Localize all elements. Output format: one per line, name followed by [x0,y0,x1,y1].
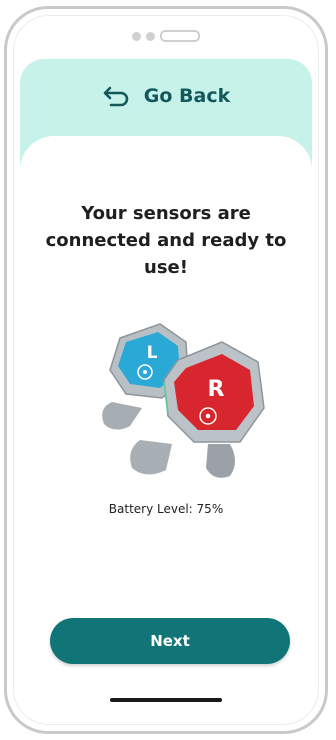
next-button[interactable]: Next [50,618,290,664]
camera-dot [132,31,141,41]
phone-notch [132,30,200,42]
right-sensor-letter: R [208,377,225,402]
screen: Go Back Your sensors are connected and r… [13,15,319,725]
return-arrow-icon [103,86,129,107]
phone-frame: Go Back Your sensors are connected and r… [4,6,328,734]
page-title: Your sensors are connected and ready to … [45,203,287,278]
battery-level-text: Battery Level: 75% [108,502,224,516]
sensors-image: L R [102,323,265,478]
go-back-button[interactable]: Go Back [20,85,312,107]
content-card: Your sensors are connected and ready to … [20,136,312,718]
home-indicator[interactable] [110,698,222,702]
go-back-label: Go Back [143,85,231,107]
speaker-slot [160,30,200,42]
sensor-dot [146,31,155,41]
left-sensor-letter: L [147,343,158,363]
